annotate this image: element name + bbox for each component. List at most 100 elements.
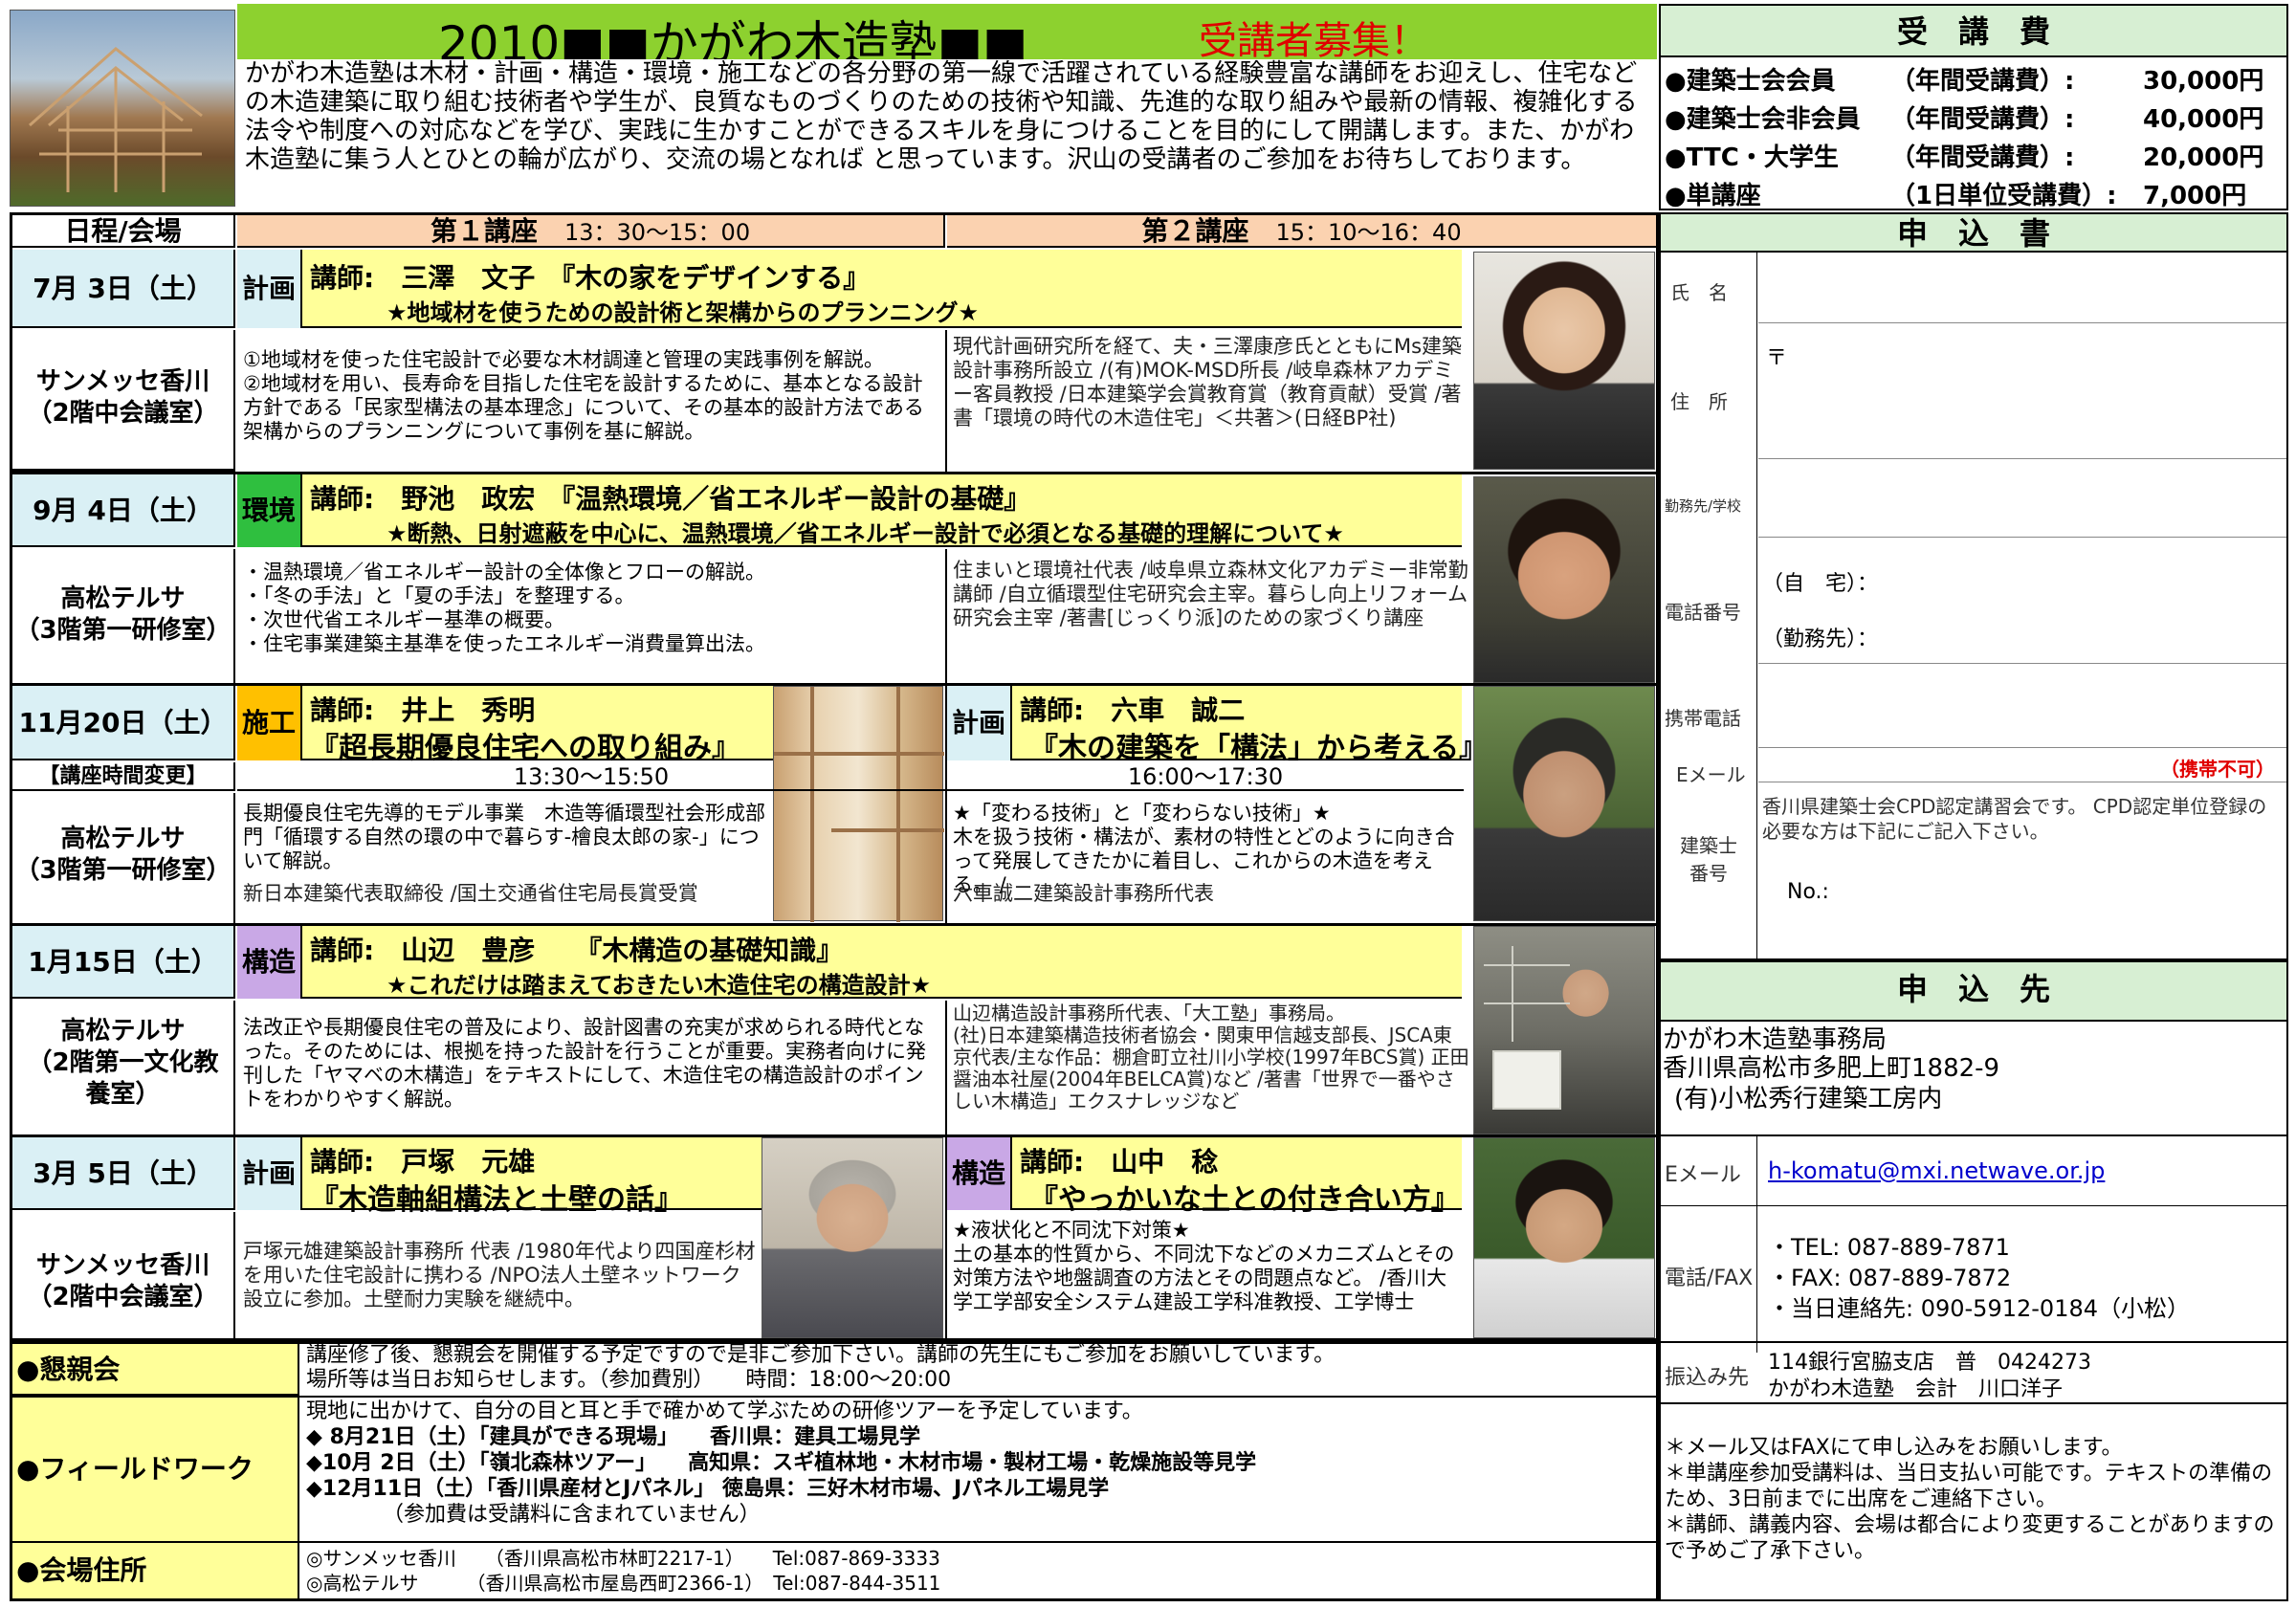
- session3-left-bio: 新日本建築代表取締役 /国土交通省住宅局長賞受賞: [243, 882, 698, 905]
- form-phone-field[interactable]: （自 宅）： （勤務先）：: [1758, 540, 2286, 664]
- field-label: ●フィールドワーク: [12, 1398, 299, 1541]
- contact-tel: ・TEL: 087-889-7871: [1768, 1234, 2010, 1261]
- session4-subtitle: ★これだけは踏まえておきたい木造住宅の構造設計★: [386, 972, 932, 999]
- fee-row: ●単講座 （1日単位受講費）: 7,000円: [1665, 176, 2286, 210]
- fee-label: ●単講座: [1665, 182, 1761, 210]
- form-cpd-field[interactable]: 香川県建築士会CPD認定講習会です。 CPD認定単位登録の必要な方は下記にご記入…: [1758, 784, 2286, 958]
- form-no-mobile-note: （携帯不可）: [2160, 758, 2275, 781]
- fee-type: （年間受講費）:: [1890, 67, 2075, 96]
- session2-subtitle: ★断熱、日射遮蔽を中心に、温熱環境／省エネルギー設計で必須となる基礎的理解につい…: [386, 520, 1344, 547]
- fee-price: 30,000円: [2143, 67, 2264, 96]
- contact-title: 申 込 先: [1661, 962, 2286, 1022]
- session5-right-lecturer-photo: [1473, 1137, 1655, 1338]
- session2-lecturer: 講師: 野池 政宏 『温熱環境／省エネルギー設計の基礎』: [310, 483, 1031, 515]
- session2-bio: 住まいと環境社代表 /岐阜県立森林文化アカデミー非常勤講師 /自立循環型住宅研究…: [953, 559, 1468, 629]
- fee-price: 20,000円: [2143, 143, 2264, 172]
- session4-bio: 山辺構造設計事務所代表、「大工塾」事務局。 (社)日本建築構造技術者協会・関東甲…: [953, 1002, 1469, 1112]
- recruit-banner: 受講者募集！: [1199, 19, 1428, 59]
- session1-subtitle: ★地域材を使うための設計術と架構からのプランニング★: [386, 299, 980, 326]
- session3-date: 11月20日（土）: [12, 686, 235, 760]
- session2-header: 環境 講師: 野池 政宏 『温熱環境／省エネルギー設計の基礎』 ★断熱、日射遮蔽…: [237, 474, 1462, 547]
- address-lines: ◎サンメッセ香川 （香川県高松市林町2217-1） Tel:087-869-33…: [306, 1546, 1645, 1596]
- session5-right-header: 構造 講師: 山中 稔 『やっかいな土との付き合い方』: [947, 1137, 1462, 1217]
- form-address-label: 住 所: [1670, 390, 1728, 413]
- session5-left-desc: 戸塚元雄建築設計事務所 代表 /1980年代より四国産杉材を用いた住宅設計に携わ…: [243, 1240, 756, 1311]
- session5-right-tag: 構造: [947, 1137, 1012, 1210]
- form-cpd-label: 建築士 番号: [1680, 834, 1737, 885]
- field-item: ◆10月 2日（土）「嶺北森林ツアー」 高知県：スギ植林地・木材市場・製材工場・…: [306, 1451, 1257, 1475]
- head-lecture2: 第２講座 15：10〜16：40: [947, 215, 1656, 248]
- form-email-field[interactable]: （携帯不可）: [1758, 750, 2286, 782]
- fee-type: （年間受講費）:: [1890, 143, 2075, 172]
- session4-lecturer: 講師: 山辺 豊彦 『木構造の基礎知識』: [310, 935, 844, 966]
- lecture1-label: 第１講座: [430, 215, 538, 247]
- form-mobile-label: 携帯電話: [1665, 707, 1741, 730]
- fee-row: ●建築士会会員 （年間受講費）: 30,000円: [1665, 61, 2286, 98]
- address-line: ◎サンメッセ香川 （香川県高松市林町2217-1） Tel:087-869-33…: [306, 1547, 940, 1570]
- field-note: （参加費は受講料に含まれていません）: [383, 1503, 761, 1527]
- field-intro: 現地に出かけて、自分の目と耳と手で確かめて学ぶための研修ツアーを予定しています。: [306, 1399, 1143, 1423]
- head-lecture1: 第１講座 13：30〜15：00: [237, 215, 945, 248]
- session5-left-lecturer-photo: [762, 1137, 943, 1338]
- contact-email-label: Eメール: [1665, 1163, 1741, 1187]
- fee-label: ●TTC・大学生: [1665, 143, 1839, 172]
- session3-lecturer-photo: [1473, 686, 1655, 921]
- form-title: 申 込 書: [1661, 214, 2286, 253]
- contact-day-phone: ・当日連絡先: 090-5912-0184（小松）: [1768, 1295, 2190, 1322]
- session3-change-note: 【講座時間変更】: [12, 762, 235, 791]
- session3-right-time: 16:00〜17:30: [947, 762, 1464, 791]
- session5-venue: サンメッセ香川 （2階中会議室）: [12, 1212, 235, 1338]
- session4-desc: 法改正や長期優良住宅の普及により、設計図書の充実が求められる時代となった。そのた…: [243, 1016, 926, 1111]
- fee-row: ●TTC・大学生 （年間受講費）: 20,000円: [1665, 138, 2286, 174]
- fee-type: （1日単位受講費）:: [1890, 182, 2117, 210]
- head-schedule: 日程/会場: [12, 215, 235, 248]
- form-work-field[interactable]: [1758, 461, 2286, 538]
- lecture2-time: 15：10〜16：40: [1275, 219, 1462, 246]
- session3-left-tag: 施工: [237, 686, 302, 760]
- session3-right-lecturer: 講師: 六車 誠二: [1020, 694, 1246, 726]
- session5-left-header: 計画 講師: 戸塚 元雄 『木造軸組構法と土壁の話』: [237, 1137, 762, 1217]
- form-name-field[interactable]: [1758, 253, 2286, 323]
- session2-date: 9月 4日（土）: [12, 474, 235, 547]
- lecture1-time: 13：30〜15：00: [563, 219, 751, 246]
- session4-venue: 高松テルサ （2階第一文化教 養室）: [12, 1001, 235, 1134]
- session4-header: 構造 講師: 山辺 豊彦 『木構造の基礎知識』 ★これだけは踏まえておきたい木造…: [237, 926, 1462, 999]
- fee-label: ●建築士会非会員: [1665, 105, 1861, 134]
- form-work-label: 勤務先/学校: [1665, 497, 1742, 515]
- fee-label: ●建築士会会員: [1665, 67, 1836, 96]
- session1-tag: 計画: [237, 250, 302, 328]
- fee-price: 7,000円: [2143, 182, 2247, 210]
- session4-lecturer-photo: [1473, 926, 1655, 1134]
- field-item: ◆ 8月21日（土）「建具ができる現場」 香川県：建具工場見学: [306, 1425, 921, 1449]
- session3-left-header: 施工 講師: 井上 秀明 『超長期優良住宅への取り組み』: [237, 686, 773, 765]
- session5-right-desc: ★液状化と不同沈下対策★ 土の基本的性質から、不同沈下などのメカニズムとその対策…: [953, 1219, 1455, 1313]
- field-item: ◆12月11日（土）「香川県産材とJパネル」 徳島県：三好木材市場、Jパネル工場…: [306, 1477, 1110, 1501]
- session1-desc: ①地域材を使った住宅設計で必要な木材調達と管理の実践事例を解説。 ②地域材を用い…: [243, 348, 924, 443]
- contact-bank-line2: かがわ木造塾 会計 川口洋子: [1768, 1377, 2064, 1401]
- session1-bio: 現代計画研究所を経て、夫・三澤康彦氏とともにMs建築設計事務所設立 /(有)MO…: [953, 335, 1463, 430]
- contact-bank-label: 振込み先: [1665, 1366, 1750, 1390]
- form-phone-office: （勤務先）：: [1762, 628, 1879, 651]
- contact-email-link[interactable]: h-komatu@mxi.netwave.or.jp: [1768, 1157, 2105, 1184]
- header-house-photo: [10, 10, 235, 207]
- social-text: 講座修了後、懇親会を開催する予定ですので是非ご参加下さい。講師の先生にもご参加を…: [306, 1343, 1336, 1392]
- address-line: ◎高松テルサ （香川県高松市屋島西町2366-1） Tel:087-844-35…: [306, 1572, 941, 1595]
- contact-tel-label: 電話/FAX: [1665, 1267, 1754, 1290]
- session3-interior-photo: [773, 686, 944, 922]
- session1-venue: サンメッセ香川 （2階中会議室）: [12, 330, 235, 472]
- session2-lecturer-photo: [1473, 476, 1655, 683]
- fees-title: 受 講 費: [1661, 6, 2286, 57]
- page-title: 2010■■かがわ木造塾■■: [438, 16, 1028, 59]
- field-content: 現地に出かけて、自分の目と耳と手で確かめて学ぶための研修ツアーを予定しています。…: [306, 1399, 1645, 1528]
- form-postal-mark: 〒: [1766, 346, 1788, 370]
- fee-row: ●建築士会非会員 （年間受講費）: 40,000円: [1665, 99, 2286, 136]
- lecture2-label: 第２講座: [1141, 215, 1249, 247]
- session3-right-tag: 計画: [947, 686, 1012, 760]
- address-label: ●会場住所: [12, 1543, 299, 1598]
- fees-panel: 受 講 費 ●建築士会会員 （年間受講費）: 30,000円 ●建築士会非会員 （年間受…: [1659, 4, 2288, 210]
- intro-text: かがわ木造塾は木材・計画・構造・環境・施工などの各分野の第一線で活躍されている経…: [245, 59, 1638, 174]
- form-mobile-field[interactable]: [1758, 666, 2286, 748]
- session5-left-lecturer: 講師: 戸塚 元雄: [310, 1146, 536, 1178]
- form-address-field[interactable]: 〒: [1758, 325, 2286, 459]
- session3-left-time: 13:30〜15:50: [237, 762, 945, 791]
